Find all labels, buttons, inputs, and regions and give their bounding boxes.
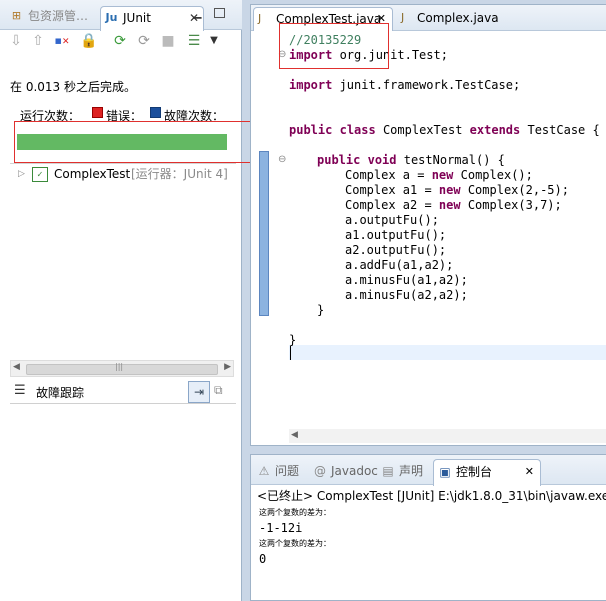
code-line: a.outputFu(); <box>345 213 439 227</box>
list-icon: ☰ <box>14 383 26 398</box>
code-line: Complex a1 = new Complex(2,-5); <box>345 183 569 197</box>
tab-label: JUnit <box>123 11 151 25</box>
scroll-left-icon[interactable]: ◀ <box>291 430 298 440</box>
scroll-lock-icon[interactable]: 🔒 <box>80 33 97 49</box>
text-caret <box>290 346 291 360</box>
at-icon: @ <box>314 464 326 478</box>
stop-icon[interactable]: ■ <box>160 33 176 49</box>
tab-declaration[interactable]: ▤ 声明 <box>381 462 423 480</box>
junit-toolbar: ⇩ ⇧ ▪✕ 🔒 ⟳ ⟳ ■ ☰ ▼ <box>8 33 238 55</box>
tree-item-runner: [运行器：JUnit 4] <box>131 167 228 181</box>
failure-icon <box>150 107 161 118</box>
thumb-grip: ||| <box>115 362 124 371</box>
code-line: public void testNormal() { <box>317 153 505 167</box>
tab-label: 问题 <box>275 464 300 478</box>
console-view: ⚠ 问题 @ Javadoc ▤ 声明 ▣ 控制台 ✕ <已终止> Comple… <box>250 454 606 601</box>
maximize-icon[interactable] <box>214 8 225 18</box>
console-header: <已终止> ComplexTest [JUnit] E:\jdk1.8.0_31… <box>257 489 606 503</box>
code-line: a.minusFu(a2,a2); <box>345 288 468 302</box>
tree-item-complextest[interactable]: ▷ ✓ ComplexTest [运行器：JUnit 4] <box>18 165 238 183</box>
current-line-highlight <box>289 345 606 360</box>
console-tab-bar: ⚠ 问题 @ Javadoc ▤ 声明 ▣ 控制台 ✕ <box>251 455 606 486</box>
minimize-icon[interactable]: ▁ <box>193 7 203 18</box>
code-line: Complex a = new Complex(); <box>345 168 533 182</box>
scroll-left-icon[interactable]: ◀ <box>13 362 20 372</box>
tab-label: Complex.java <box>417 11 499 25</box>
fold-icon[interactable]: ⊖ <box>278 154 286 165</box>
tab-javadoc[interactable]: @ Javadoc <box>313 462 378 480</box>
horizontal-scrollbar[interactable]: ◀ ||| ▶ <box>10 360 234 377</box>
tab-package-explorer[interactable]: ⊞ 包资源管… <box>6 5 88 27</box>
problems-icon: ⚠ <box>258 464 270 478</box>
expand-arrow-icon[interactable]: ▷ <box>18 165 25 183</box>
output-line: 0 <box>259 552 267 566</box>
status-text: 在 0.013 秒之后完成。 <box>10 80 136 94</box>
left-tab-bar: ⊞ 包资源管… Ju JUnit ✕ ▁ <box>0 0 242 31</box>
error-icon <box>92 107 103 118</box>
code-line: a2.outputFu(); <box>345 243 447 257</box>
java-file-icon: J <box>258 12 262 25</box>
change-ruler-marker <box>259 151 269 316</box>
code-line: } <box>317 303 325 317</box>
rerun-failed-first-icon[interactable]: ⟳ <box>136 33 152 49</box>
junit-view: ⊞ 包资源管… Ju JUnit ✕ ▁ ⇩ ⇧ ▪✕ 🔒 ⟳ ⟳ ■ ☰ ▼ … <box>0 0 252 601</box>
test-suite-icon: ✓ <box>32 167 48 182</box>
code-line: a1.outputFu(); <box>345 228 447 242</box>
java-file-icon: J <box>401 11 405 24</box>
tab-label: Javadoc <box>331 464 378 478</box>
show-failures-only-icon[interactable]: ▪✕ <box>54 33 70 49</box>
tab-label: 控制台 <box>456 465 493 479</box>
editor-horizontal-scrollbar[interactable]: ◀ <box>289 429 606 443</box>
junit-icon: Ju <box>105 11 118 24</box>
tab-label: 声明 <box>399 464 424 478</box>
rerun-test-icon[interactable]: ⟳ <box>112 33 128 49</box>
package-explorer-icon: ⊞ <box>11 9 22 22</box>
declaration-icon: ▤ <box>382 464 394 478</box>
view-menu-icon[interactable]: ▼ <box>206 33 222 49</box>
code-line: } <box>289 333 297 347</box>
test-run-history-icon[interactable]: ☰ <box>186 33 202 49</box>
console-icon: ▣ <box>439 465 451 479</box>
code-line: public class ComplexTest extends TestCas… <box>289 123 600 137</box>
console-output[interactable]: 这两个复数的差为： -1-12i 这两个复数的差为： 0 <box>259 507 331 591</box>
tab-problems[interactable]: ⚠ 问题 <box>257 462 299 480</box>
divider <box>10 163 236 164</box>
tree-item-label: ComplexTest <box>54 167 131 181</box>
java-editor: J ComplexTest.java ✕ J Complex.java ⊖ ⊖ … <box>250 4 606 446</box>
output-line: -1-12i <box>259 521 303 535</box>
import-annotation-box <box>279 23 389 69</box>
previous-failure-icon[interactable]: ⇧ <box>30 33 46 49</box>
output-line: 这两个复数的差为： <box>259 539 331 548</box>
failure-trace-label: 故障跟踪 <box>36 386 85 400</box>
code-line: a.minusFu(a1,a2); <box>345 273 468 287</box>
tab-label: 包资源管… <box>28 9 89 23</box>
failure-trace-header: ☰ 故障跟踪 ⇥ ⧉ <box>10 380 236 404</box>
code-line: a.addFu(a1,a2); <box>345 258 454 272</box>
output-line: 这两个复数的差为： <box>259 508 331 517</box>
code-area[interactable]: //20135229 import org.junit.Test; import… <box>289 33 606 347</box>
close-icon[interactable]: ✕ <box>525 460 534 484</box>
scroll-right-icon[interactable]: ▶ <box>224 362 231 372</box>
progress-bar <box>17 134 227 150</box>
code-line: import junit.framework.TestCase; <box>289 78 521 92</box>
code-line: Complex a2 = new Complex(3,7); <box>345 198 562 212</box>
next-failure-icon[interactable]: ⇩ <box>8 33 24 49</box>
compare-icon[interactable]: ⧉ <box>214 383 223 398</box>
tab-console[interactable]: ▣ 控制台 ✕ <box>433 459 541 486</box>
filter-stack-icon[interactable]: ⇥ <box>188 381 210 403</box>
tab-junit[interactable]: Ju JUnit ✕ <box>100 6 204 31</box>
